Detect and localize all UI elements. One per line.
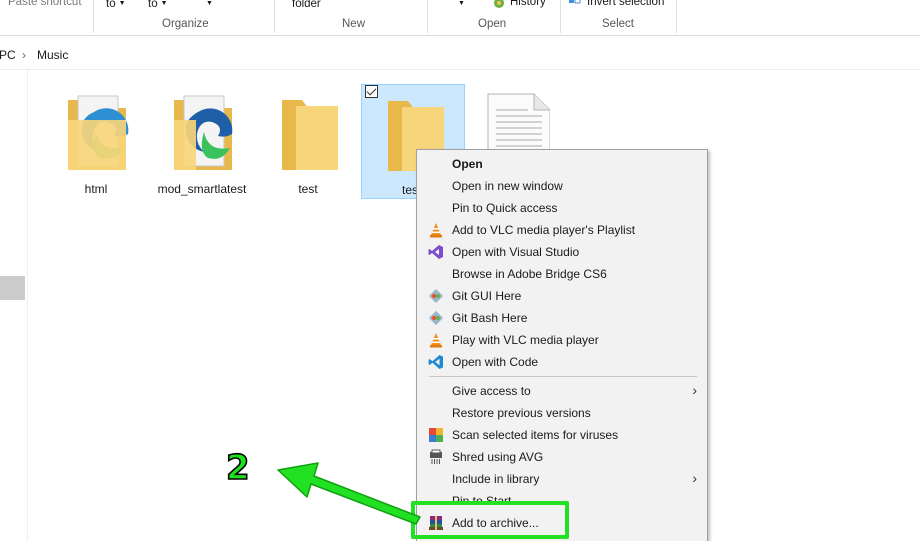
annotation-arrow-icon bbox=[277, 462, 421, 525]
step-number: 2 bbox=[225, 447, 250, 489]
